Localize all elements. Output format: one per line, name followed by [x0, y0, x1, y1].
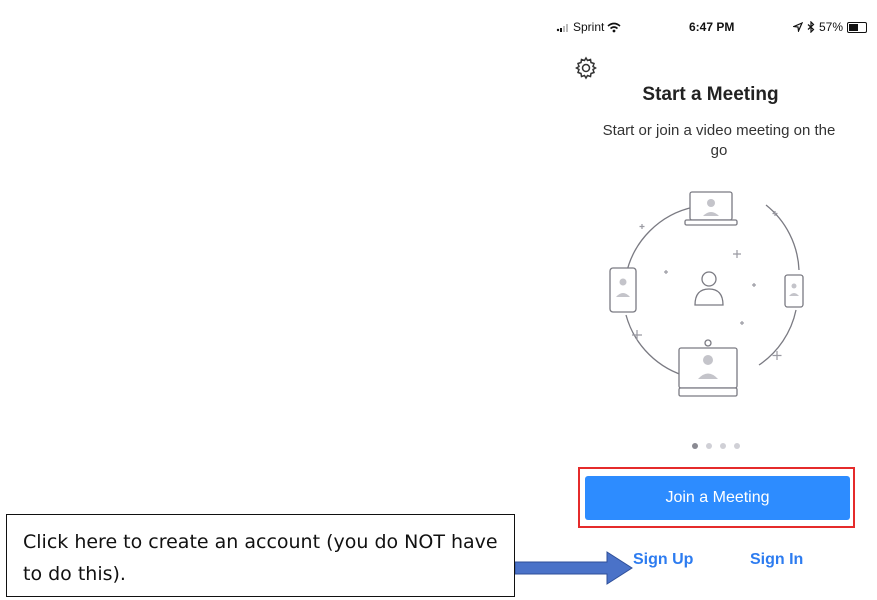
arrow-right-icon — [515, 551, 633, 585]
carousel-dot-4[interactable] — [734, 443, 740, 449]
carrier-name: Sprint — [573, 20, 605, 34]
callout-box: Click here to create an account (you do … — [6, 514, 515, 597]
sign-up-link[interactable]: Sign Up — [633, 551, 693, 569]
callout-text: Click here to create an account (you do … — [23, 531, 498, 585]
carrier-group: Sprint — [556, 20, 621, 34]
battery-fill — [849, 23, 858, 31]
join-meeting-button[interactable]: Join a Meeting — [585, 476, 850, 520]
carousel-dot-2[interactable] — [706, 443, 712, 449]
bluetooth-icon — [807, 21, 815, 33]
meeting-illustration — [609, 191, 804, 397]
wifi-icon — [607, 22, 621, 32]
carousel-dots — [692, 443, 740, 449]
status-time: 6:47 PM — [689, 20, 735, 34]
gear-icon[interactable] — [574, 56, 598, 80]
battery-icon — [847, 21, 867, 33]
status-bar: Sprint 6:47 PM 57% — [544, 18, 877, 38]
status-right: 57% — [792, 20, 867, 34]
carousel-dot-3[interactable] — [720, 443, 726, 449]
location-icon — [792, 22, 803, 32]
carousel-dot-1[interactable] — [692, 443, 698, 449]
page-subtitle: Start or join a video meeting on the go — [602, 122, 836, 159]
signal-icon — [556, 24, 568, 32]
sign-in-link[interactable]: Sign In — [750, 551, 803, 569]
zoom-app-screen: Sprint 6:47 PM 57% Start a Meeting Start… — [544, 0, 877, 600]
page-title: Start a Meeting — [642, 84, 779, 105]
battery-percent: 57% — [818, 20, 843, 34]
